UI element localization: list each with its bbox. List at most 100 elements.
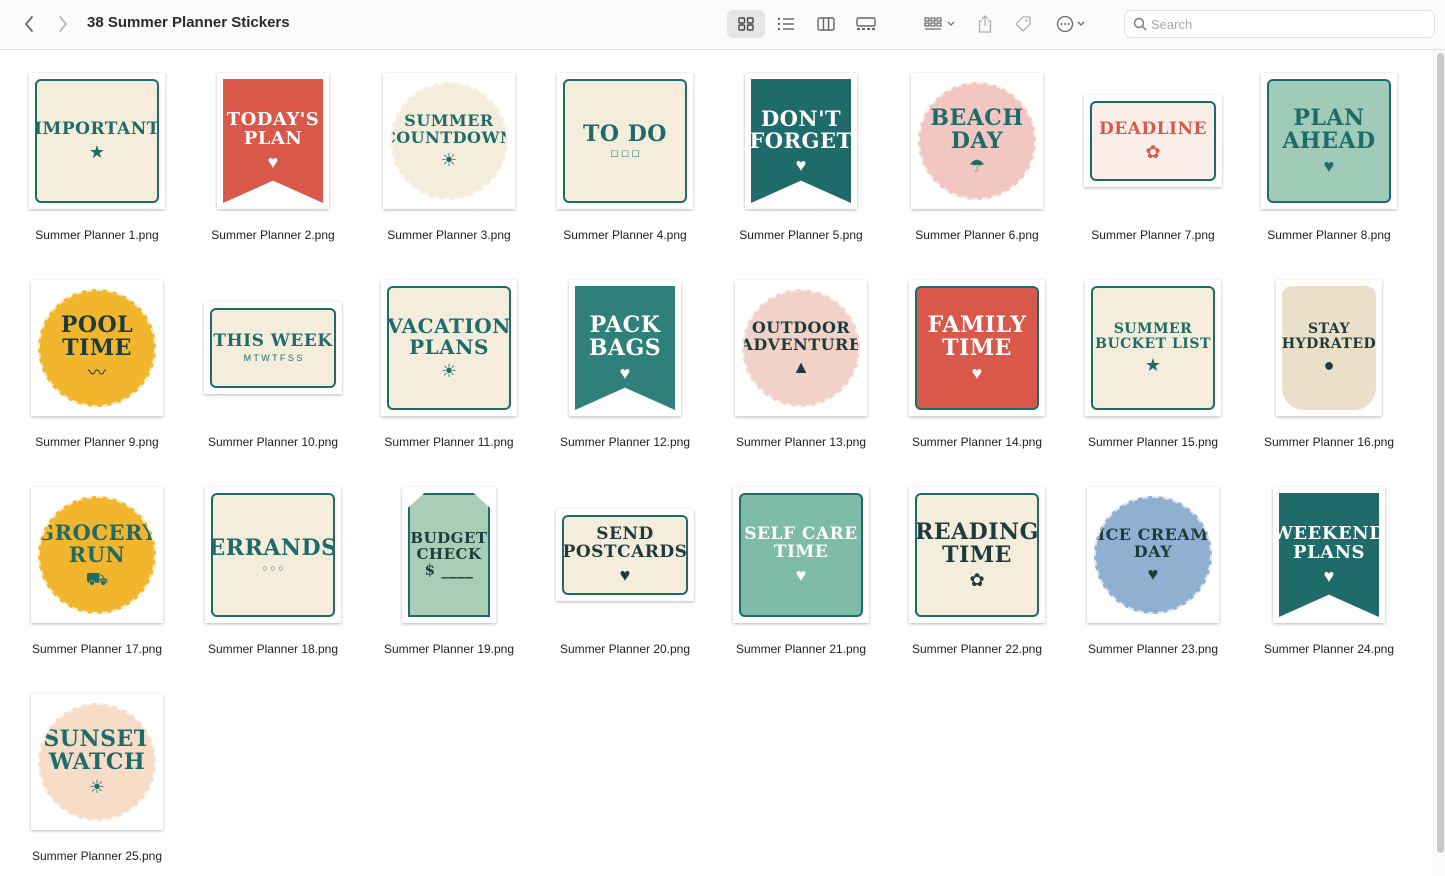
- file-name[interactable]: Summer Planner 4.png: [537, 228, 713, 242]
- file-name[interactable]: Summer Planner 5.png: [713, 228, 889, 242]
- forward-button[interactable]: [50, 10, 76, 38]
- file-name[interactable]: Summer Planner 6.png: [889, 228, 1065, 242]
- file-item[interactable]: TODAY'S PLAN ♥ Summer Planner 2.png: [185, 50, 361, 250]
- file-item[interactable]: GROCERY RUN ⛟ Summer Planner 17.png: [9, 464, 185, 664]
- file-thumbnail[interactable]: WEEKEND PLANS ♥: [1273, 487, 1385, 623]
- icon-view-button[interactable]: [727, 10, 765, 38]
- file-name[interactable]: Summer Planner 23.png: [1065, 642, 1241, 656]
- file-item[interactable]: STAY HYDRATED ● Summer Planner 16.png: [1241, 257, 1417, 457]
- file-thumbnail[interactable]: THIS WEEK M T W T F S S: [204, 302, 342, 394]
- file-thumbnail[interactable]: GROCERY RUN ⛟: [31, 487, 163, 623]
- file-name[interactable]: Summer Planner 22.png: [889, 642, 1065, 656]
- thumbnail-area: STAY HYDRATED ●: [1241, 273, 1417, 423]
- file-item[interactable]: ERRANDS ○ ○ ○ Summer Planner 18.png: [185, 464, 361, 664]
- file-name[interactable]: Summer Planner 1.png: [9, 228, 185, 242]
- back-button[interactable]: [16, 10, 42, 38]
- file-thumbnail[interactable]: OUTDOOR ADVENTURE ▲: [735, 280, 867, 416]
- file-name[interactable]: Summer Planner 18.png: [185, 642, 361, 656]
- sticker-label: POOL TIME: [60, 311, 134, 361]
- file-item[interactable]: SELF CARE TIME ♥ Summer Planner 21.png: [713, 464, 889, 664]
- file-item[interactable]: POOL TIME 〰 Summer Planner 9.png: [9, 257, 185, 457]
- file-name[interactable]: Summer Planner 2.png: [185, 228, 361, 242]
- file-name[interactable]: Summer Planner 19.png: [361, 642, 537, 656]
- file-name[interactable]: Summer Planner 16.png: [1241, 435, 1417, 449]
- sticker-label: ICE CREAM DAY: [1097, 525, 1209, 561]
- file-item[interactable]: PACK BAGS ♥ Summer Planner 12.png: [537, 257, 713, 457]
- file-thumbnail[interactable]: READING TIME ✿: [909, 487, 1045, 623]
- tag-button[interactable]: [1010, 10, 1036, 38]
- file-name[interactable]: Summer Planner 13.png: [713, 435, 889, 449]
- file-thumbnail[interactable]: POOL TIME 〰: [31, 280, 163, 416]
- group-by-button[interactable]: [918, 10, 962, 38]
- file-item[interactable]: SUMMER COUNTDOWN☀ Summer Planner 3.png: [361, 50, 537, 250]
- file-item[interactable]: TO DO ☐ ☐ ☐ Summer Planner 4.png: [537, 50, 713, 250]
- file-thumbnail[interactable]: ICE CREAM DAY ♥: [1087, 487, 1219, 623]
- search-field[interactable]: [1124, 10, 1435, 38]
- file-thumbnail[interactable]: STAY HYDRATED ●: [1276, 280, 1382, 416]
- file-thumbnail[interactable]: SUMMER COUNTDOWN☀: [383, 73, 515, 209]
- file-item[interactable]: THIS WEEK M T W T F S S Summer Planner 10.…: [185, 257, 361, 457]
- file-item[interactable]: SUMMER BUCKET LIST ★ Summer Planner 15.png: [1065, 257, 1241, 457]
- file-thumbnail[interactable]: SUNSET WATCH ☀: [31, 694, 163, 830]
- share-button[interactable]: [972, 10, 998, 38]
- file-name[interactable]: Summer Planner 14.png: [889, 435, 1065, 449]
- file-thumbnail[interactable]: SELF CARE TIME ♥: [733, 487, 869, 623]
- file-thumbnail[interactable]: SUMMER BUCKET LIST ★: [1085, 280, 1221, 416]
- file-thumbnail[interactable]: DEADLINE ✿: [1084, 95, 1222, 187]
- file-item[interactable]: VACATION PLANS ☀ Summer Planner 11.png: [361, 257, 537, 457]
- more-actions-button[interactable]: [1050, 10, 1092, 38]
- file-name[interactable]: Summer Planner 21.png: [713, 642, 889, 656]
- chevron-left-icon: [24, 16, 33, 32]
- file-thumbnail[interactable]: IMPORTANT ★: [29, 73, 165, 209]
- sticker-label: BEACH DAY: [930, 104, 1024, 154]
- file-name[interactable]: Summer Planner 8.png: [1241, 228, 1417, 242]
- file-name[interactable]: Summer Planner 20.png: [537, 642, 713, 656]
- file-thumbnail[interactable]: PACK BAGS ♥: [569, 280, 681, 416]
- file-thumbnail[interactable]: BEACH DAY ☂: [911, 73, 1043, 209]
- sticker-decoration-icon: ☀: [440, 361, 458, 381]
- file-item[interactable]: PLAN AHEAD ♥ Summer Planner 8.png: [1241, 50, 1417, 250]
- search-input[interactable]: [1151, 14, 1421, 34]
- file-name[interactable]: Summer Planner 11.png: [361, 435, 537, 449]
- file-name[interactable]: Summer Planner 10.png: [185, 435, 361, 449]
- file-item[interactable]: IMPORTANT ★ Summer Planner 1.png: [9, 50, 185, 250]
- file-name[interactable]: Summer Planner 7.png: [1065, 228, 1241, 242]
- gallery-view-button[interactable]: [847, 10, 885, 38]
- file-name[interactable]: Summer Planner 3.png: [361, 228, 537, 242]
- thumbnail-area: TODAY'S PLAN ♥: [185, 66, 361, 216]
- sticker-label: STAY HYDRATED: [1282, 321, 1376, 352]
- file-name[interactable]: Summer Planner 24.png: [1241, 642, 1417, 656]
- file-item[interactable]: ICE CREAM DAY ♥ Summer Planner 23.png: [1065, 464, 1241, 664]
- file-thumbnail[interactable]: TO DO ☐ ☐ ☐: [557, 73, 693, 209]
- file-item[interactable]: DEADLINE ✿ Summer Planner 7.png: [1065, 50, 1241, 250]
- file-thumbnail[interactable]: FAMILY TIME ♥: [909, 280, 1045, 416]
- file-thumbnail[interactable]: DON'T FORGET ♥: [745, 73, 857, 209]
- file-item[interactable]: SUNSET WATCH ☀ Summer Planner 25.png: [9, 671, 185, 871]
- group-grid-icon: [924, 17, 955, 30]
- file-item[interactable]: BUDGET CHECK $ ____ Summer Planner 19.png: [361, 464, 537, 664]
- file-thumbnail[interactable]: SEND POSTCARDS ♥: [556, 509, 694, 601]
- file-name[interactable]: Summer Planner 12.png: [537, 435, 713, 449]
- column-view-button[interactable]: [807, 10, 845, 38]
- file-item[interactable]: DON'T FORGET ♥ Summer Planner 5.png: [713, 50, 889, 250]
- file-item[interactable]: BEACH DAY ☂ Summer Planner 6.png: [889, 50, 1065, 250]
- file-item[interactable]: SEND POSTCARDS ♥ Summer Planner 20.png: [537, 464, 713, 664]
- file-thumbnail[interactable]: PLAN AHEAD ♥: [1261, 73, 1397, 209]
- sticker-decoration-icon: ♥: [1323, 156, 1335, 177]
- file-item[interactable]: FAMILY TIME ♥ Summer Planner 14.png: [889, 257, 1065, 457]
- vertical-scrollbar[interactable]: [1433, 50, 1445, 876]
- list-view-button[interactable]: [767, 10, 805, 38]
- file-item[interactable]: WEEKEND PLANS ♥ Summer Planner 24.png: [1241, 464, 1417, 664]
- file-name[interactable]: Summer Planner 25.png: [9, 849, 185, 863]
- file-name[interactable]: Summer Planner 9.png: [9, 435, 185, 449]
- file-item[interactable]: OUTDOOR ADVENTURE ▲ Summer Planner 13.png: [713, 257, 889, 457]
- file-thumbnail[interactable]: TODAY'S PLAN ♥: [217, 73, 329, 209]
- file-name[interactable]: Summer Planner 15.png: [1065, 435, 1241, 449]
- scroll-thumb[interactable]: [1437, 53, 1444, 853]
- thumbnail-area: PLAN AHEAD ♥: [1241, 66, 1417, 216]
- file-thumbnail[interactable]: VACATION PLANS ☀: [381, 280, 517, 416]
- file-thumbnail[interactable]: BUDGET CHECK $ ____: [402, 487, 496, 623]
- file-item[interactable]: READING TIME ✿ Summer Planner 22.png: [889, 464, 1065, 664]
- file-thumbnail[interactable]: ERRANDS ○ ○ ○: [205, 487, 341, 623]
- file-name[interactable]: Summer Planner 17.png: [9, 642, 185, 656]
